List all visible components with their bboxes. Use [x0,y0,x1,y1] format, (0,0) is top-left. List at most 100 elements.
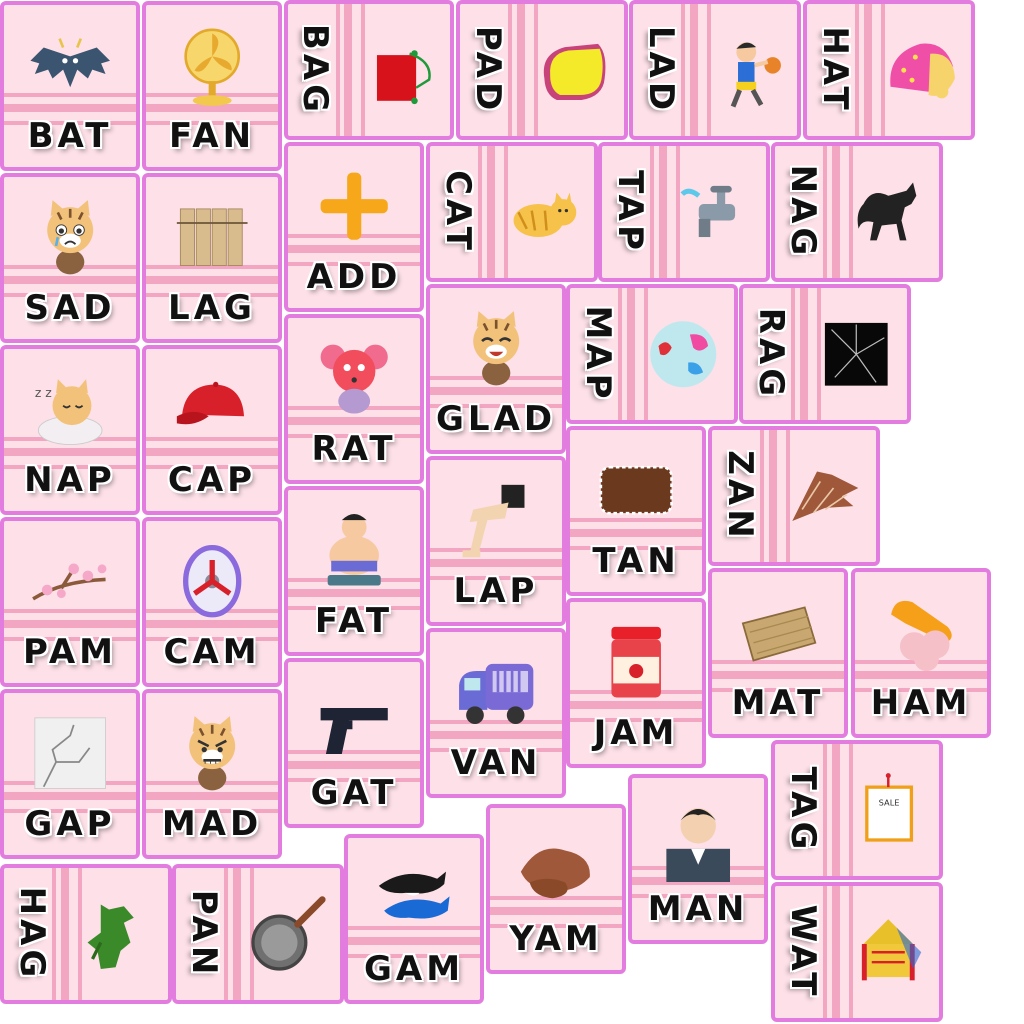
word-card-lad[interactable]: LAD [629,0,801,140]
card-stripe [689,4,698,136]
globe-icon [650,320,717,388]
word-card-fat[interactable]: FAT [284,486,424,656]
card-stripe [516,4,525,136]
word-card-jam[interactable]: JAM [566,598,706,768]
word-card-tag[interactable]: SALE TAG [771,740,943,880]
sale-tag-icon: SALE [865,772,914,842]
card-word: HAG [11,886,52,982]
word-card-rat[interactable]: RAT [284,314,424,484]
hat-icon [890,43,956,99]
card-word: NAP [24,460,116,500]
word-card-ham[interactable]: HAM [851,568,991,738]
word-card-mad[interactable]: MAD [142,689,282,859]
card-word: SAD [24,288,116,328]
word-card-lap[interactable]: LAP [426,456,566,626]
card-word: CAT [437,170,478,254]
pad-icon [544,43,606,100]
game-board: BAT FAN BAG PAD LAD HAT SAD LAG ADD CAT TAP NAG z z N… [0,0,1024,1024]
word-card-lag[interactable]: LAG [142,173,282,343]
word-card-wat[interactable]: WAT [771,882,943,1022]
card-word: FAT [314,601,394,641]
word-card-pam[interactable]: PAM [0,517,140,687]
word-card-nap[interactable]: z z NAP [0,345,140,515]
card-stripe [760,430,765,562]
ham-icon [890,600,952,672]
word-card-add[interactable]: ADD [284,142,424,312]
word-card-pad[interactable]: PAD [456,0,628,140]
tan-biscuit-icon [599,465,673,515]
card-stripe [799,288,808,420]
tap-icon [680,185,736,237]
word-card-bag[interactable]: BAG [284,0,454,140]
card-word: LAP [453,571,539,611]
word-card-pan[interactable]: PAN [172,864,344,1004]
card-stripe [650,146,655,278]
card-word: GAM [363,949,465,989]
card-stripe [224,868,229,1000]
card-word: MAD [161,804,263,844]
card-word: MAT [731,683,825,723]
word-card-cat[interactable]: CAT [426,142,598,282]
card-word: TAN [592,541,680,581]
blossom-branch-icon [31,563,107,601]
temple-icon [862,918,922,981]
word-card-map[interactable]: MAP [566,284,738,424]
word-card-gat[interactable]: GAT [284,658,424,828]
card-word: NAG [782,164,823,260]
word-card-cap[interactable]: CAP [142,345,282,515]
card-word: ADD [306,257,402,297]
word-card-hag[interactable]: HAG [0,864,172,1004]
word-card-gap[interactable]: GAP [0,689,140,859]
word-card-hat[interactable]: HAT [803,0,975,140]
word-card-bat[interactable]: BAT [0,1,140,171]
horse-icon [857,182,917,241]
card-stripe [831,886,840,1018]
card-word: RAT [311,429,397,469]
card-stripe [823,886,828,1018]
rat-icon [320,344,388,414]
sale-tag-label: SALE [879,797,900,807]
card-word: BAG [295,23,336,117]
rag-icon [825,322,888,386]
card-stripe [823,744,828,876]
word-card-mat[interactable]: MAT [708,568,848,738]
card-stripe [486,146,495,278]
word-card-tan[interactable]: TAN [566,426,706,596]
yam-icon [520,848,590,899]
word-card-fan[interactable]: FAN [142,1,282,171]
lag-boards-icon [176,208,248,266]
card-word: PAM [23,632,117,672]
word-card-gam[interactable]: GAM [344,834,484,1004]
card-stripe [508,4,513,136]
card-word: HAT [814,26,855,114]
sad-cat-icon [47,200,93,275]
card-stripe [831,146,840,278]
word-card-cam[interactable]: CAM [142,517,282,687]
zan-icon [792,471,859,521]
jam-jar-icon [611,626,661,698]
word-card-yam[interactable]: YAM [486,804,626,974]
mad-cat-icon [189,716,235,791]
card-stripe [335,4,340,136]
gun-icon [320,708,388,755]
word-card-nag[interactable]: NAG [771,142,943,282]
card-word: JAM [593,713,679,753]
card-stripe [52,868,57,1000]
word-card-tap[interactable]: TAP [598,142,770,282]
card-word: HAM [870,683,972,723]
word-card-sad[interactable]: SAD [0,173,140,343]
cam-icon [182,544,242,618]
word-card-glad[interactable]: GLAD [426,284,566,454]
lap-icon [462,484,525,558]
card-stripe [658,146,667,278]
word-card-zan[interactable]: ZAN [708,426,880,566]
plus-icon [320,172,388,240]
cat-icon [513,192,577,237]
word-card-rag[interactable]: RAG [739,284,911,424]
word-card-man[interactable]: MAN [628,774,768,944]
card-stripe [626,288,635,420]
word-card-van[interactable]: VAN [426,628,566,798]
card-stripe [823,146,828,278]
card-stripe [791,288,796,420]
fat-man-icon [327,513,381,586]
